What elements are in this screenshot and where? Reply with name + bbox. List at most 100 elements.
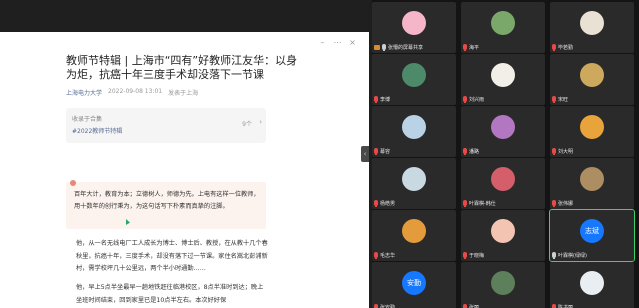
- mic-muted-icon: [463, 96, 467, 103]
- collection-tag[interactable]: #2022教师节特辑: [72, 126, 122, 135]
- participant-tile[interactable]: 安勤张安勤: [372, 262, 456, 308]
- participant-name: 宋旺: [558, 96, 569, 103]
- mic-muted-icon: [374, 304, 378, 308]
- collection-label: 收录于合集: [72, 116, 103, 123]
- participant-name-bar: 李博: [374, 95, 390, 103]
- avatar: [491, 271, 515, 295]
- participant-name: 张伟娜: [558, 200, 574, 207]
- avatar: [580, 63, 604, 87]
- article-date: 2022-09-08 13:01: [108, 88, 163, 95]
- meeting-window: – ⋯ × 教师节特辑 | 上海市“四有”好教师江友华：以身为炬，抗癌十年三度手…: [0, 0, 639, 308]
- close-icon[interactable]: ×: [348, 38, 357, 47]
- article-title: 教师节特辑 | 上海市“四有”好教师江友华：以身为炬，抗癌十年三度手术却没落下一…: [66, 54, 298, 81]
- mic-muted-icon: [552, 304, 556, 308]
- mic-on-icon: [552, 252, 556, 259]
- participant-name-bar: 陈书丽: [552, 303, 573, 308]
- avatar: [491, 167, 515, 191]
- participant-name-bar: 张丽: [463, 303, 479, 308]
- article-meta: 上海电力大学 2022-09-08 13:01 发表于上海: [66, 88, 198, 97]
- avatar: [402, 63, 426, 87]
- collection-card[interactable]: 收录于合集 #2022教师节特辑 9个 ›: [66, 108, 266, 143]
- participant-name-bar: 杨皓男: [374, 199, 395, 207]
- participant-name-bar: 叶霖棋-韩仕: [463, 199, 496, 207]
- participant-tile[interactable]: 毛志华: [372, 210, 456, 261]
- avatar: [580, 11, 604, 35]
- mic-muted-icon: [374, 96, 378, 103]
- participant-name: 张安勤: [380, 304, 396, 308]
- mic-muted-icon: [552, 200, 556, 207]
- participant-name: 张丽: [469, 304, 480, 308]
- participant-name-bar: 潘路: [463, 147, 479, 155]
- participant-tile[interactable]: 李博: [372, 54, 456, 105]
- minimize-icon[interactable]: –: [318, 38, 327, 47]
- participant-tile[interactable]: 毕若勤: [550, 2, 634, 53]
- mic-muted-icon: [552, 148, 556, 155]
- participant-gallery: 张懵的屏幕共享 海平 毕若勤李博 刘兴雨 宋旺幕容 潘路 刘大明杨皓男 叶霖棋-韩仕 张伟娜毛志…: [372, 0, 639, 308]
- share-top-bar: [0, 0, 369, 32]
- participant-name-bar: 叶霖棋(绿绿): [552, 251, 587, 259]
- participant-tile[interactable]: 杨皓男: [372, 158, 456, 209]
- participant-name: 叶霖棋-韩仕: [469, 200, 496, 207]
- mic-muted-icon: [374, 200, 378, 207]
- mic-muted-icon: [463, 304, 467, 308]
- collapse-panel-button[interactable]: ‹: [361, 146, 369, 162]
- participant-tile[interactable]: 张丽: [461, 262, 545, 308]
- mic-muted-icon: [374, 148, 378, 155]
- participant-name-bar: 毕若勤: [552, 43, 573, 51]
- participant-tile[interactable]: 张伟娜: [550, 158, 634, 209]
- participant-name: 叶霖棋(绿绿): [558, 252, 587, 259]
- chevron-right-icon: ›: [259, 118, 262, 126]
- quote-dot-icon: [70, 180, 76, 186]
- avatar: [402, 115, 426, 139]
- participant-name-bar: 张伟娜: [552, 199, 573, 207]
- screen-share-icon: [374, 44, 380, 50]
- shared-article: – ⋯ × 教师节特辑 | 上海市“四有”好教师江友华：以身为炬，抗癌十年三度手…: [0, 32, 369, 308]
- participant-name-bar: 毛志华: [374, 251, 395, 259]
- avatar: [491, 11, 515, 35]
- participant-name: 幕容: [380, 148, 391, 155]
- participant-tile[interactable]: 张懵的屏幕共享: [372, 2, 456, 53]
- participant-tile[interactable]: 于晓梅: [461, 210, 545, 261]
- article-author[interactable]: 上海电力大学: [66, 88, 102, 97]
- participant-name-bar: 张安勤: [374, 303, 395, 308]
- mic-muted-icon: [463, 200, 467, 207]
- participant-name-bar: 刘兴雨: [463, 95, 484, 103]
- more-icon[interactable]: ⋯: [333, 38, 342, 47]
- mic-on-icon: [382, 44, 386, 51]
- participant-tile[interactable]: 宋旺: [550, 54, 634, 105]
- participant-tile[interactable]: 海平: [461, 2, 545, 53]
- mic-muted-icon: [463, 252, 467, 259]
- quote-block: 百年大计，教育为本；立德树人，师德为先。上电有这样一位教师，用十数年的创行秉为，…: [66, 180, 266, 229]
- participant-tile[interactable]: 刘大明: [550, 106, 634, 157]
- participant-tile[interactable]: 叶霖棋-韩仕: [461, 158, 545, 209]
- participant-tile[interactable]: 幕容: [372, 106, 456, 157]
- participant-name-bar: 张懵的屏幕共享: [374, 43, 423, 51]
- participant-name-bar: 于晓梅: [463, 251, 484, 259]
- participant-name: 杨皓男: [380, 200, 396, 207]
- participant-tile[interactable]: 潘路: [461, 106, 545, 157]
- mic-muted-icon: [463, 44, 467, 51]
- participant-tile[interactable]: 陈书丽: [550, 262, 634, 308]
- avatar: [580, 167, 604, 191]
- article-paragraph-1: 他，从一名无线电厂工人成长为博士、博士后、教授，在从教十几个春秋里，抗癌十年，三…: [76, 240, 268, 272]
- participant-tile[interactable]: 志斌叶霖棋(绿绿): [549, 209, 635, 262]
- participant-name: 毕若勤: [558, 44, 574, 51]
- participant-name: 陈书丽: [558, 304, 574, 308]
- participant-tile[interactable]: 刘兴雨: [461, 54, 545, 105]
- participant-name-bar: 海平: [463, 43, 479, 51]
- participant-name-bar: 刘大明: [552, 147, 573, 155]
- avatar: 安勤: [402, 271, 426, 295]
- avatar: [580, 271, 604, 295]
- participant-name: 于晓梅: [469, 252, 485, 259]
- screen-share-pane: – ⋯ × 教师节特辑 | 上海市“四有”好教师江友华：以身为炬，抗癌十年三度手…: [0, 0, 369, 308]
- article-paragraph-2: 他，早上5点半坐最早一趟地铁赶往临港校区，8点半准时到达；晚上坐班时间结束，回到…: [76, 284, 264, 304]
- participant-name: 李博: [380, 96, 391, 103]
- article-location: 发表于上海: [168, 90, 199, 97]
- participant-name: 刘大明: [558, 148, 574, 155]
- participant-name-bar: 宋旺: [552, 95, 568, 103]
- quote-text: 百年大计，教育为本；立德树人，师德为先。上电有这样一位教师，用十数年的创行秉为，…: [74, 191, 260, 210]
- participant-name-bar: 幕容: [374, 147, 390, 155]
- avatar: 志斌: [580, 219, 604, 243]
- participant-name: 张懵的屏幕共享: [388, 44, 424, 51]
- mic-muted-icon: [552, 96, 556, 103]
